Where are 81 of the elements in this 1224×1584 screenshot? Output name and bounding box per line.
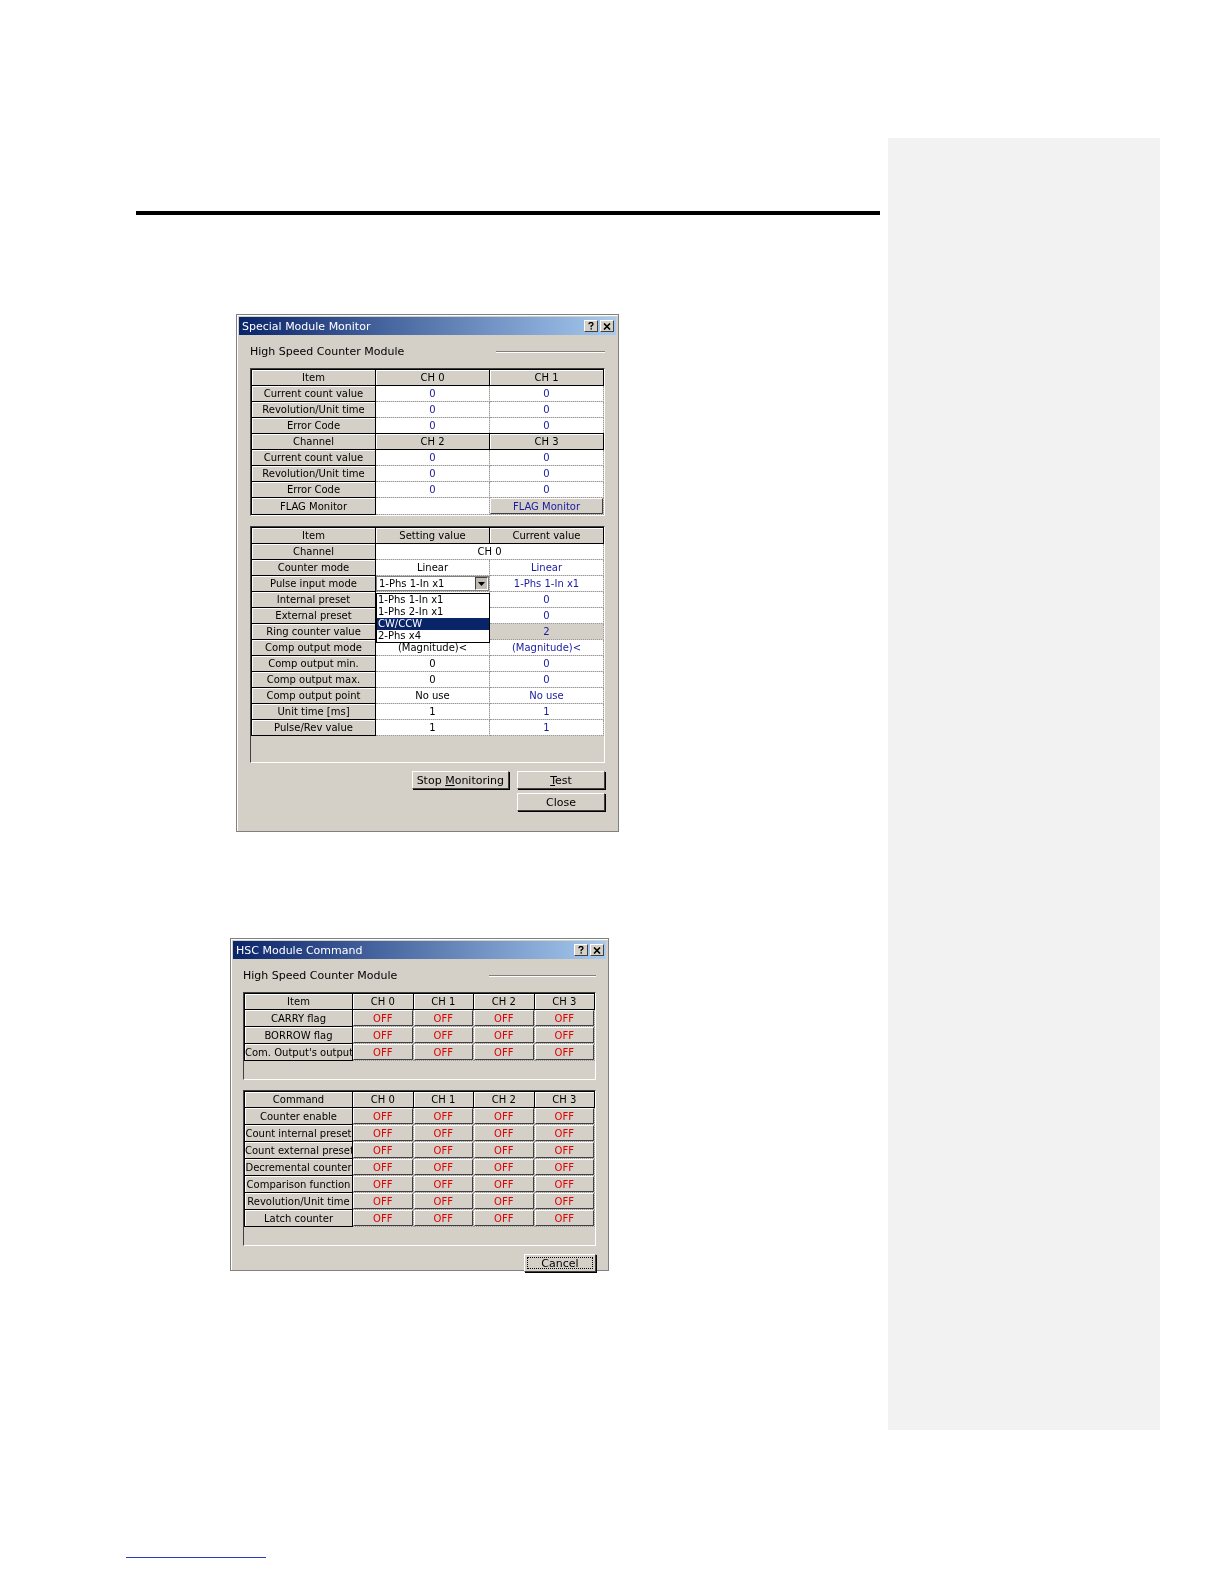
toggle-button[interactable]: OFF	[353, 1044, 413, 1060]
toggle-button[interactable]: OFF	[413, 1125, 473, 1141]
help-button[interactable]	[584, 320, 598, 332]
dropdown-option[interactable]: 1-Phs 1-In x1	[377, 594, 489, 606]
toggle-button[interactable]: OFF	[474, 1193, 534, 1209]
dropdown[interactable]: 1-Phs 1-In x1	[376, 576, 489, 591]
toggle-button[interactable]: OFF	[534, 1142, 594, 1158]
close-icon	[593, 946, 601, 954]
toggle-button[interactable]: OFF	[413, 1044, 473, 1060]
toggle-button[interactable]: OFF	[413, 1193, 473, 1209]
column-header: Setting value	[375, 527, 490, 544]
toggle-button[interactable]: OFF	[534, 1176, 594, 1192]
toggle-button[interactable]: OFF	[474, 1044, 534, 1060]
question-mark-icon	[578, 946, 584, 954]
toggle-button[interactable]: OFF	[474, 1027, 534, 1043]
column-header: CH 3	[534, 1091, 595, 1108]
flag-monitor-button[interactable]: FLAG Monitor	[490, 498, 603, 514]
toggle-button[interactable]: OFF	[474, 1142, 534, 1158]
toggle-button[interactable]: OFF	[474, 1210, 534, 1226]
help-button[interactable]	[574, 944, 588, 956]
column-header: CH 2	[473, 993, 534, 1010]
toggle-button[interactable]: OFF	[534, 1044, 594, 1060]
toggle-button[interactable]: OFF	[474, 1010, 534, 1026]
toggle-button[interactable]: OFF	[413, 1176, 473, 1192]
caret-down-icon	[478, 581, 485, 586]
toggle-button[interactable]: OFF	[353, 1010, 413, 1026]
column-header: Item	[244, 993, 353, 1010]
close-button[interactable]	[590, 944, 604, 956]
toggle-button[interactable]: OFF	[413, 1027, 473, 1043]
toggle-button[interactable]: OFF	[413, 1210, 473, 1226]
toggle-button[interactable]: OFF	[534, 1027, 594, 1043]
toggle-button[interactable]: OFF	[353, 1125, 413, 1141]
toggle-button[interactable]: OFF	[474, 1176, 534, 1192]
column-header: Item	[251, 527, 376, 544]
column-header: CH 1	[413, 1091, 474, 1108]
cancel-button[interactable]: Cancel	[524, 1254, 596, 1272]
toggle-button[interactable]: OFF	[534, 1125, 594, 1141]
column-header: CH 0	[352, 1091, 413, 1108]
toggle-button[interactable]: OFF	[353, 1108, 413, 1124]
toggle-button[interactable]: OFF	[413, 1010, 473, 1026]
window-title: Special Module Monitor	[242, 319, 372, 333]
toggle-button[interactable]: OFF	[474, 1159, 534, 1175]
question-mark-icon	[588, 322, 594, 330]
toggle-button[interactable]: OFF	[534, 1210, 594, 1226]
column-header: CH 1	[489, 369, 604, 386]
group-label: High Speed Counter Module	[243, 969, 398, 982]
group-label: High Speed Counter Module	[250, 345, 405, 358]
column-header: Current value	[489, 527, 604, 544]
toggle-button[interactable]: OFF	[353, 1027, 413, 1043]
column-header: CH 1	[413, 993, 474, 1010]
dialog-button[interactable]: Stop Monitoring	[411, 771, 509, 789]
close-icon	[603, 322, 611, 330]
column-header: CH 3	[534, 993, 595, 1010]
column-header: Item	[251, 369, 376, 386]
column-header: CH 3	[489, 433, 604, 450]
dropdown-option[interactable]: CW/CCW	[377, 618, 489, 630]
column-header: CH 2	[375, 433, 490, 450]
close-button[interactable]	[600, 320, 614, 332]
column-header: CH 0	[352, 993, 413, 1010]
toggle-button[interactable]: OFF	[413, 1108, 473, 1124]
toggle-button[interactable]: OFF	[353, 1210, 413, 1226]
column-header: CH 2	[473, 1091, 534, 1108]
toggle-button[interactable]: OFF	[353, 1193, 413, 1209]
toggle-button[interactable]: OFF	[534, 1010, 594, 1026]
toggle-button[interactable]: OFF	[474, 1108, 534, 1124]
window-title: HSC Module Command	[236, 943, 364, 957]
dialog-button[interactable]: Close	[517, 793, 605, 811]
toggle-button[interactable]: OFF	[413, 1159, 473, 1175]
toggle-button[interactable]: OFF	[413, 1142, 473, 1158]
dropdown-option[interactable]: 2-Phs x4	[377, 630, 489, 642]
dropdown-option[interactable]: 1-Phs 2-In x1	[377, 606, 489, 618]
toggle-button[interactable]: OFF	[534, 1193, 594, 1209]
column-header: Command	[244, 1091, 353, 1108]
toggle-button[interactable]: OFF	[353, 1176, 413, 1192]
toggle-button[interactable]: OFF	[474, 1125, 534, 1141]
toggle-button[interactable]: OFF	[534, 1108, 594, 1124]
toggle-button[interactable]: OFF	[353, 1142, 413, 1158]
dialog-button[interactable]: Test	[517, 771, 605, 789]
toggle-button[interactable]: OFF	[353, 1159, 413, 1175]
column-header: CH 0	[375, 369, 490, 386]
toggle-button[interactable]: OFF	[534, 1159, 594, 1175]
